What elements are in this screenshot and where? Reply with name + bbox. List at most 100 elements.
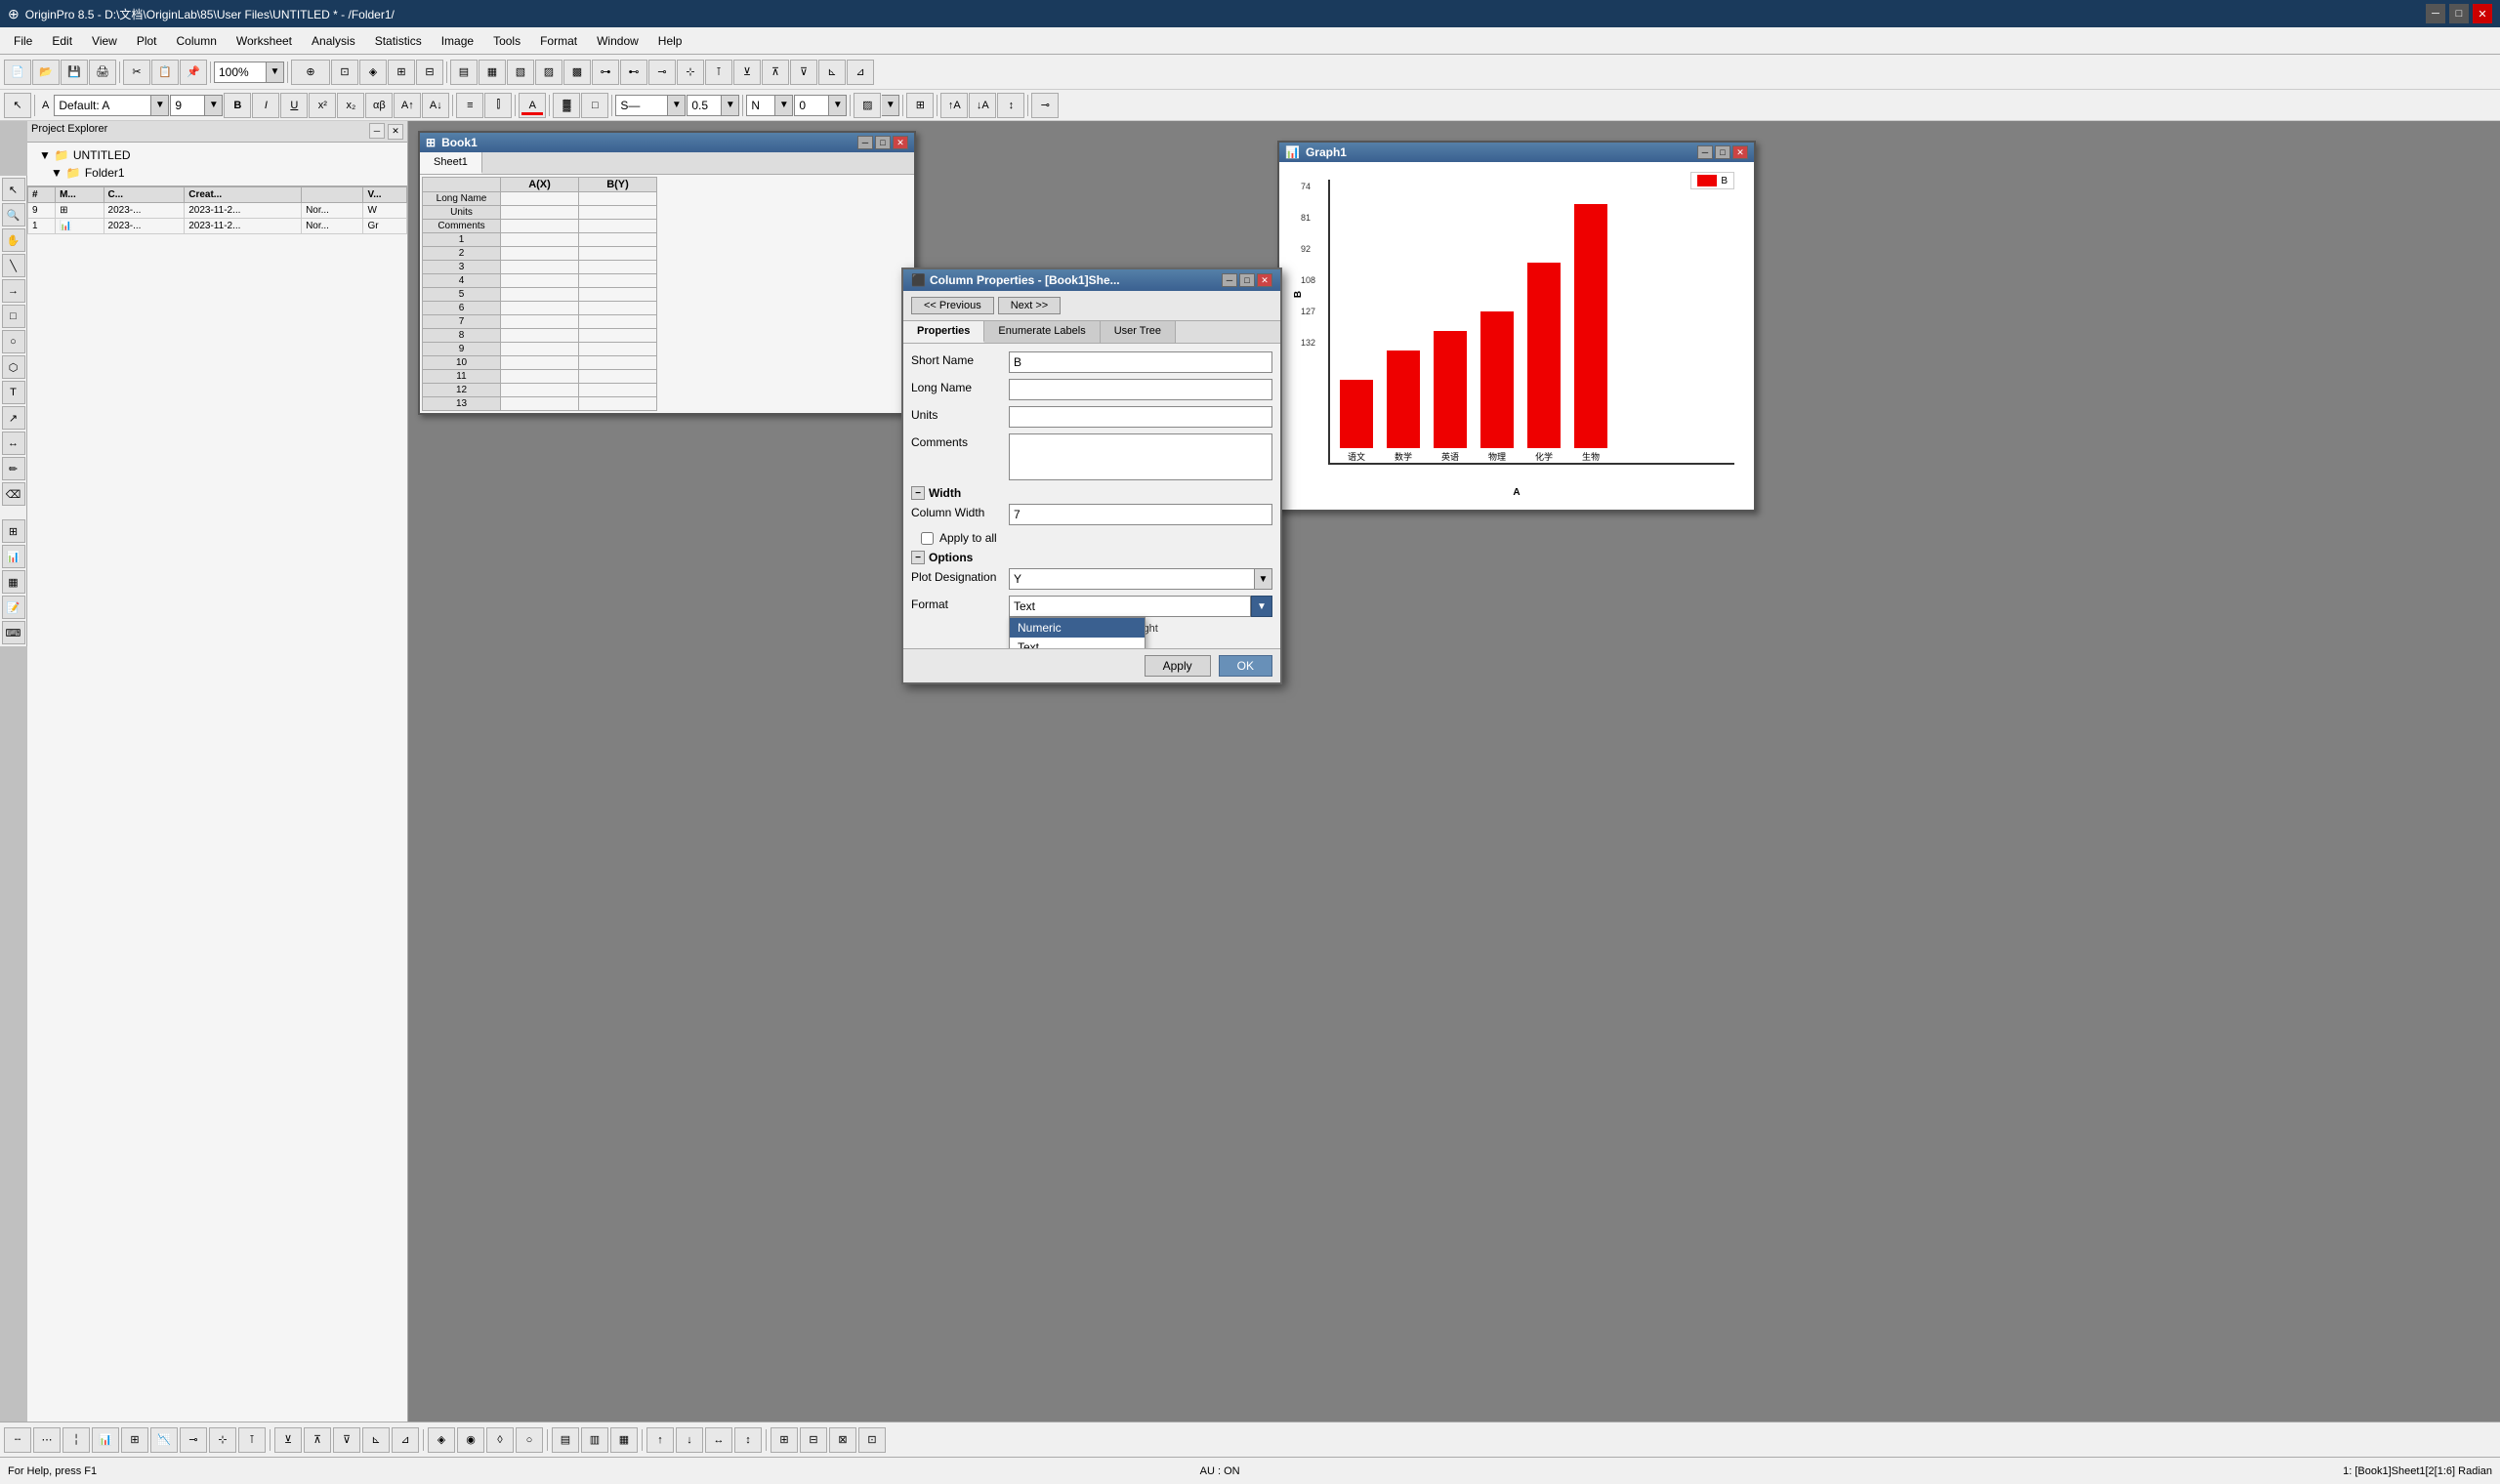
col-btn[interactable]: ⫿	[484, 93, 512, 118]
open-btn[interactable]: 📂	[32, 60, 60, 85]
symbol-btn[interactable]: αβ	[365, 93, 393, 118]
zero-input[interactable]	[794, 95, 829, 116]
sheet1-tab[interactable]: Sheet1	[420, 152, 482, 174]
bt-13[interactable]: ⊾	[362, 1427, 390, 1453]
line-width-combo[interactable]: ▼	[687, 95, 739, 116]
bt-12[interactable]: ⊽	[333, 1427, 360, 1453]
bt-14[interactable]: ⊿	[392, 1427, 419, 1453]
font-input[interactable]	[54, 95, 151, 116]
ws-data-row-9[interactable]: 9	[423, 343, 657, 356]
draw-line[interactable]: ╲	[2, 254, 25, 277]
ws-data-row-13[interactable]: 13	[423, 397, 657, 411]
fontsize-combo[interactable]: ▼	[170, 95, 223, 116]
explorer-close[interactable]: ✕	[388, 124, 403, 140]
tb-btn-q[interactable]: ⊼	[762, 60, 789, 85]
new-btn[interactable]: 📄	[4, 60, 31, 85]
dialog-close[interactable]: ✕	[1257, 273, 1272, 287]
tb-btn-o[interactable]: ⊺	[705, 60, 732, 85]
bt-22[interactable]: ↑	[646, 1427, 674, 1453]
menu-window[interactable]: Window	[587, 32, 648, 50]
tb-btn-t[interactable]: ⊿	[847, 60, 874, 85]
ws-row-2-a[interactable]	[501, 247, 579, 261]
bt-29[interactable]: ⊡	[858, 1427, 886, 1453]
ws-row-11-b[interactable]	[579, 370, 657, 384]
font-combo[interactable]: ▼	[54, 95, 169, 116]
sort-col-btn[interactable]: ↕	[997, 93, 1024, 118]
zero-arrow[interactable]: ▼	[829, 95, 847, 116]
size-up-btn[interactable]: A↑	[394, 93, 421, 118]
book-maximize[interactable]: □	[875, 136, 891, 149]
ws-row-13-a[interactable]	[501, 397, 579, 411]
bold-btn[interactable]: B	[224, 93, 251, 118]
menu-column[interactable]: Column	[167, 32, 227, 50]
book-minimize[interactable]: ─	[857, 136, 873, 149]
subscript-btn[interactable]: x₂	[337, 93, 364, 118]
format-arrow[interactable]: ▼	[1251, 596, 1272, 617]
ws-row-9-b[interactable]	[579, 343, 657, 356]
menu-edit[interactable]: Edit	[42, 32, 82, 50]
tb-btn-e[interactable]: ⊟	[416, 60, 443, 85]
tb-btn-k[interactable]: ⊶	[592, 60, 619, 85]
sort-asc-btn[interactable]: ↑A	[940, 93, 968, 118]
tb-btn-f[interactable]: ▤	[450, 60, 478, 85]
units-input[interactable]	[1009, 406, 1272, 428]
menu-help[interactable]: Help	[648, 32, 692, 50]
hatch-combo[interactable]: ▼	[882, 95, 899, 116]
ws-row-7-b[interactable]	[579, 315, 657, 329]
menu-format[interactable]: Format	[530, 32, 587, 50]
tb-btn-b[interactable]: ⊡	[331, 60, 358, 85]
ws-data-row-2[interactable]: 2	[423, 247, 657, 261]
ws-data-row-11[interactable]: 11	[423, 370, 657, 384]
bt-15[interactable]: ◈	[428, 1427, 455, 1453]
bt-9[interactable]: ⊺	[238, 1427, 266, 1453]
ws-row-12-a[interactable]	[501, 384, 579, 397]
tab-enumerate[interactable]: Enumerate Labels	[984, 321, 1100, 343]
bt-17[interactable]: ◊	[486, 1427, 514, 1453]
n-arrow[interactable]: ▼	[775, 95, 793, 116]
tb-btn-g[interactable]: ▦	[479, 60, 506, 85]
tb-btn-s[interactable]: ⊾	[818, 60, 846, 85]
chart-close[interactable]: ✕	[1732, 145, 1748, 159]
ws-col-b[interactable]: B(Y)	[579, 178, 657, 192]
dialog-maximize[interactable]: □	[1239, 273, 1255, 287]
chart-minimize[interactable]: ─	[1697, 145, 1713, 159]
graph-icon[interactable]: 📊	[2, 545, 25, 568]
ws-row-9-a[interactable]	[501, 343, 579, 356]
bt-23[interactable]: ↓	[676, 1427, 703, 1453]
ws-row-11-a[interactable]	[501, 370, 579, 384]
bt-8[interactable]: ⊹	[209, 1427, 236, 1453]
zoom-tool[interactable]: 🔍	[2, 203, 25, 227]
line-width-arrow[interactable]: ▼	[722, 95, 739, 116]
plotdesig-arrow[interactable]: ▼	[1255, 568, 1272, 590]
folder1-item[interactable]: ▼ 📁 Folder1	[31, 164, 403, 182]
applytoall-checkbox[interactable]	[921, 532, 934, 545]
tb-btn-p[interactable]: ⊻	[733, 60, 761, 85]
tb-btn-r[interactable]: ⊽	[790, 60, 817, 85]
worksheet-icon[interactable]: ⊞	[2, 519, 25, 543]
menu-file[interactable]: File	[4, 32, 42, 50]
chart-restore[interactable]: □	[1715, 145, 1730, 159]
width-toggle[interactable]: −	[911, 486, 925, 500]
prev-button[interactable]: << Previous	[911, 297, 994, 314]
bt-11[interactable]: ⊼	[304, 1427, 331, 1453]
tb-btn-m[interactable]: ⊸	[648, 60, 676, 85]
ws-row-10-a[interactable]	[501, 356, 579, 370]
copy-btn[interactable]: 📋	[151, 60, 179, 85]
menu-analysis[interactable]: Analysis	[302, 32, 365, 50]
tab-properties[interactable]: Properties	[903, 321, 984, 343]
next-button[interactable]: Next >>	[998, 297, 1062, 314]
paste-btn[interactable]: 📌	[180, 60, 207, 85]
bt-18[interactable]: ○	[516, 1427, 543, 1453]
ws-row-5-b[interactable]	[579, 288, 657, 302]
layout-icon[interactable]: ▦	[2, 570, 25, 594]
size-down-btn[interactable]: A↓	[422, 93, 449, 118]
apply-button[interactable]: Apply	[1145, 655, 1211, 677]
ws-data-row-5[interactable]: 5	[423, 288, 657, 302]
format-input[interactable]	[1009, 596, 1251, 617]
ws-row-4-b[interactable]	[579, 274, 657, 288]
extra-btn[interactable]: ⊸	[1031, 93, 1059, 118]
comments-textarea[interactable]	[1009, 433, 1272, 480]
ws-row-1-a[interactable]	[501, 233, 579, 247]
tb-btn-j[interactable]: ▩	[563, 60, 591, 85]
bt-1[interactable]: ╌	[4, 1427, 31, 1453]
